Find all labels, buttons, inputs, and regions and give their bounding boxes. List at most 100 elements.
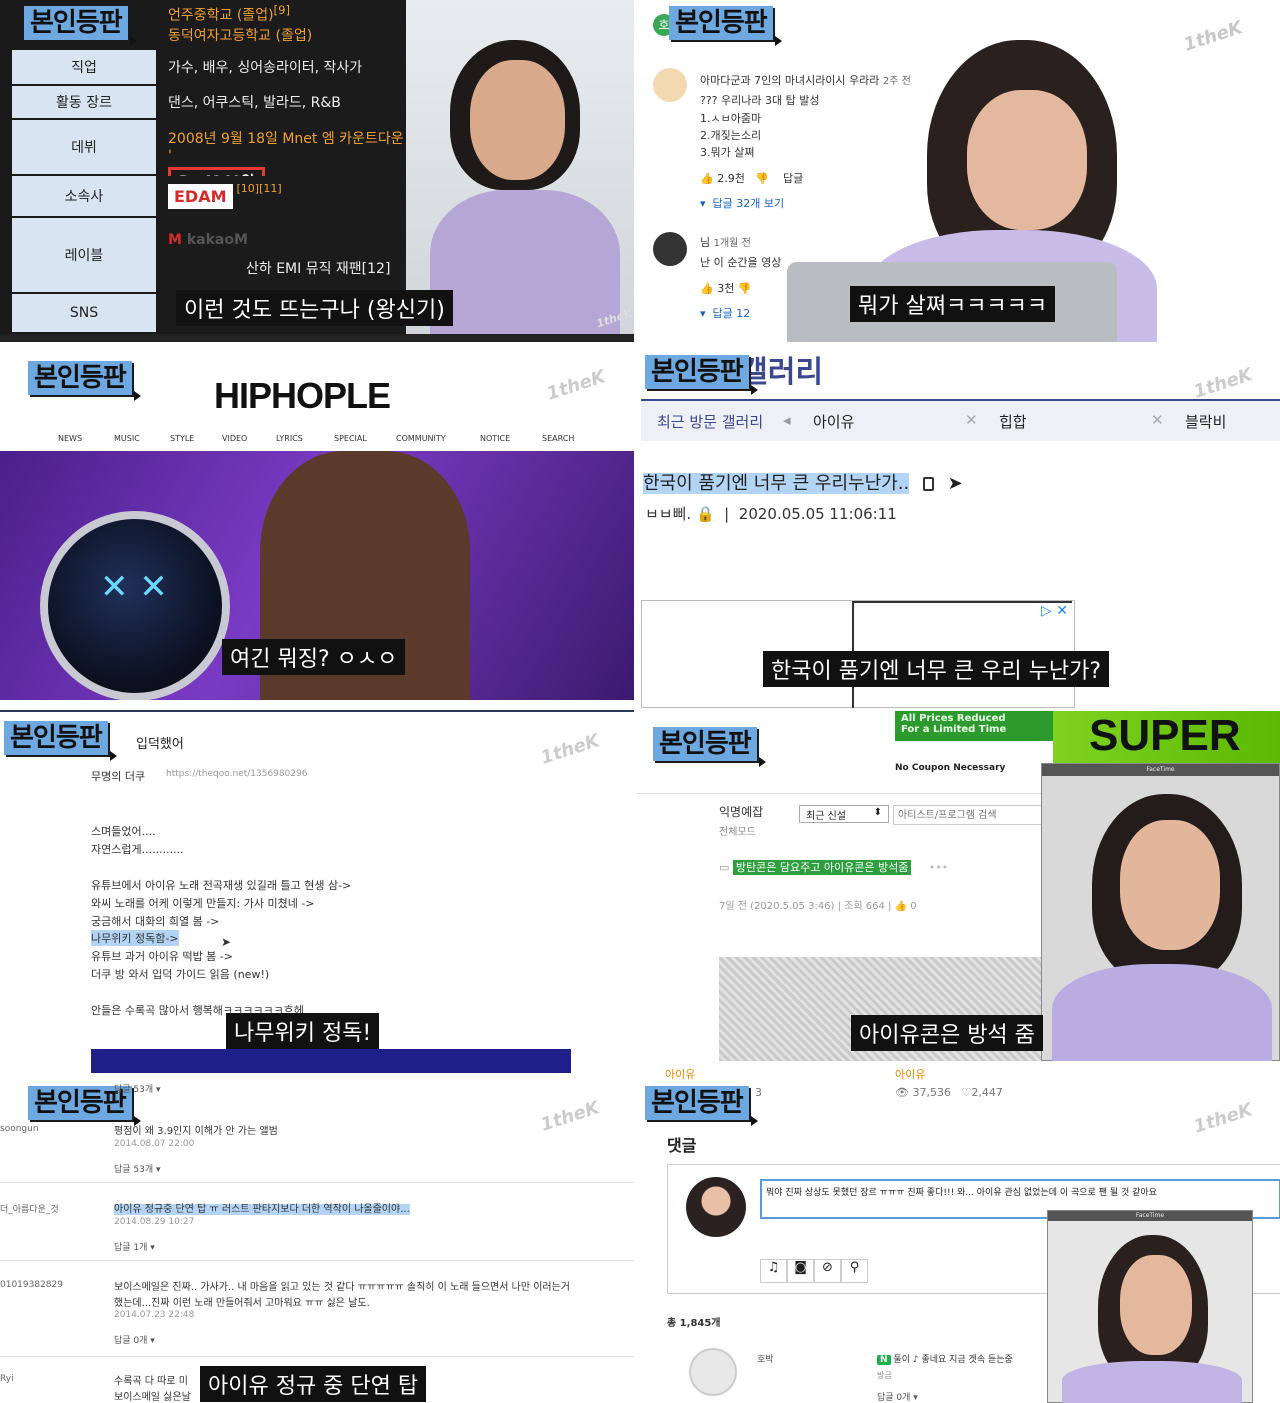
replies-count: 답글 0개 [114,1336,148,1346]
divider [0,710,634,712]
dislike-icon[interactable]: 👎 [738,282,752,295]
chevron-left-icon[interactable]: ◂ [783,411,791,429]
subtitle: 뭐가 살쪄ㅋㅋㅋㅋㅋ [850,286,1056,322]
link-icon[interactable]: ⚲ [841,1259,868,1283]
post-author[interactable]: ㅂㅂ삐. [645,505,691,523]
recent-gallery-bar: 최근 방문 갤러리 ◂ 아이유 ✕ 힙합 ✕ 블락비 [641,401,1280,441]
heart-icon[interactable]: ♡ [961,1086,971,1099]
tag-iu[interactable]: 아이유 [895,1066,925,1082]
close-icon[interactable]: ✕ [965,411,978,429]
school2[interactable]: 동덕여자고등학교 (졸업) [168,25,312,45]
music-icon[interactable]: ♫ [760,1259,787,1283]
nav-style[interactable]: STYLE [170,434,222,443]
dislike-icon[interactable]: 👎 [755,172,769,185]
comment-avatar[interactable] [653,68,687,102]
replies-toggle[interactable]: 답글 0개 ▾ [114,1333,155,1346]
comment1-time: 2주 전 [882,76,911,87]
post-row[interactable]: ▭ 방탄콘은 담요주고 아이유콘은 방석줌 ••• [719,859,948,875]
user-avatar[interactable] [686,1177,746,1237]
recent-tab-blockb[interactable]: 블락비 [1185,411,1226,432]
divider [0,1260,634,1261]
nav-music[interactable]: MUSIC [114,434,170,443]
divider [0,1356,634,1357]
facetime-window[interactable]: FaceTime [1047,1210,1253,1403]
ad-line1: All Prices Reduced [901,713,1006,724]
camera-icon[interactable]: ◙ [787,1259,814,1283]
ad-line2: For a Limited Time [901,724,1007,735]
nav-notice[interactable]: NOTICE [480,434,542,443]
post-title[interactable]: 한국이 품기엔 너무 큰 우리누난가.. [643,473,910,494]
replies-toggle[interactable]: 답글 1개 ▾ [114,1240,155,1253]
comment-avatar[interactable] [653,232,687,266]
1thek-watermark: 1theK [1181,17,1245,56]
school1-ref[interactable]: [9] [274,3,291,17]
post-title-row: 한국이 품기엔 너무 큰 우리누난가.. ➤ [643,469,963,495]
close-icon[interactable]: ✕ [1151,411,1164,429]
nav-news[interactable]: NEWS [58,434,114,443]
kakaom-logo[interactable]: kakaoM [187,232,248,248]
comment-user[interactable]: soongun [0,1124,39,1134]
nav-video[interactable]: VIDEO [222,434,276,443]
debut-date[interactable]: 2008년 9월 18일 Mnet 엠 카운트다운 ' [168,128,406,164]
comment1-author[interactable]: 아마다군과 7인의 마녀시라이시 우라라 [700,74,879,87]
taskbar [0,334,634,342]
edam-logo[interactable]: EDAM [168,183,233,209]
board-mode[interactable]: 전체모드 [719,823,756,838]
replies-toggle[interactable]: 답글 53개 ▾ [114,1162,161,1175]
1thek-watermark: 1theK [1191,364,1255,403]
reply-button[interactable]: 답글 [783,172,803,185]
school1[interactable]: 언주중학교 (졸업) [168,8,274,24]
row-label-label: 레이블 [12,218,156,292]
facetime-titlebar: FaceTime [1048,1211,1252,1221]
comment2-actions: 👍 3천 👎 [700,280,752,296]
view-replies-button[interactable]: ▾ 답글 12 [700,305,750,321]
nav-search[interactable]: SEARCH [542,434,592,443]
video-icon[interactable]: ⊘ [814,1259,841,1283]
more-icon[interactable]: ••• [929,861,948,874]
replies-toggle[interactable]: 답글 0개 ▾ [877,1390,918,1403]
post-title[interactable]: 방탄콘은 담요주고 아이유콘은 방석줌 [732,860,912,875]
agency-refs[interactable]: [10][11] [237,182,282,195]
nav-lyrics[interactable]: LYRICS [276,434,334,443]
commenter-avatar[interactable] [689,1348,737,1396]
post-meta: 7일 전 (2020.5.05 3:46) | 조회 664 | 👍 0 [719,901,917,912]
post-author[interactable]: 무명의 더쿠 [91,768,145,784]
comment-user[interactable]: 더_아름다운_것 [0,1202,59,1215]
chevron-down-icon: ⬍ [873,807,882,818]
facetime-title: FaceTime [1135,1212,1165,1219]
comment-body: N 둘이 ♪ 좋네요 지금 겟속 듣는중 [877,1352,1013,1365]
view-replies-button[interactable]: ▾ 답글 32개 보기 [700,195,784,211]
facetime-window[interactable]: FaceTime [1041,763,1280,1061]
comment-text-highlighted: 아이유 정규중 단연 탑 ㅠ 러스트 판타지보다 더한 역작이 나올줄이야... [114,1200,410,1215]
cursor-icon: ➤ [947,473,963,494]
recent-tab-hiphop[interactable]: 힙합 [999,411,1027,432]
sort-select[interactable]: 최근 신설 ⬍ [799,805,889,823]
row-value-genre: 댄스, 어쿠스틱, 발라드, R&B [160,86,406,118]
replies-toggle[interactable]: 답글 53개 ▾ [114,1082,161,1095]
body-line: 자연스럽게............ [91,843,184,856]
ad-banner[interactable]: All Prices Reduced For a Limited Time [895,711,1053,741]
board-name[interactable]: 익명예잡 [719,803,763,820]
facetime-titlebar: FaceTime [1042,764,1279,776]
commenter-name[interactable]: 호박 [757,1352,774,1365]
row-label-job: 직업 [12,50,156,84]
panel-theqoo-post: 본인등판 1theK 입덕했어 무명의 더쿠 https://theqoo.ne… [0,703,634,1073]
video-embed[interactable] [91,1049,571,1073]
nav-special[interactable]: SPECIAL [334,434,396,443]
comment-user[interactable]: 01019382829 [0,1280,63,1290]
tag-iu[interactable]: 아이유 [665,1066,695,1082]
like-icon[interactable]: 👍 [700,282,714,295]
like-icon[interactable]: 👍 [700,172,714,185]
comment2-author[interactable]: 님 [700,236,710,249]
subtitle: 이런 것도 뜨는구나 (왕신기) [176,290,453,326]
thumbs-up-icon[interactable]: 👍 [895,901,907,912]
hiphople-logo[interactable]: HIPHOPLE [214,375,391,417]
recent-tab-iu[interactable]: 아이유 [813,411,854,432]
1thek-watermark: 1theK [538,1097,602,1136]
post-url[interactable]: https://theqoo.net/1356980296 [166,769,308,779]
nav-community[interactable]: COMMUNITY [396,434,480,443]
comment-user[interactable]: Ryi [0,1374,14,1384]
artist-search-input[interactable] [893,805,1043,825]
ad-note: No Coupon Necessary [895,763,1006,773]
row-value-job: 가수, 배우, 싱어송라이터, 작사가 [160,50,406,84]
